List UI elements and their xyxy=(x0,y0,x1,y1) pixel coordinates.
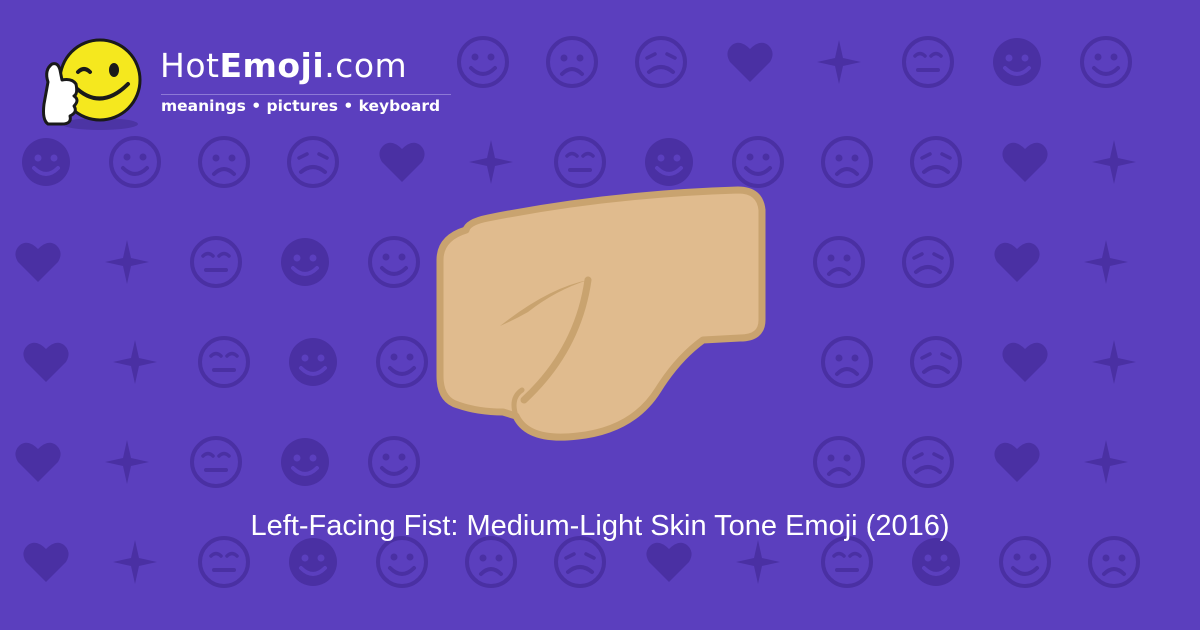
background-emoji-icon xyxy=(374,334,430,390)
background-emoji-icon xyxy=(366,434,422,490)
background-emoji-icon xyxy=(989,434,1045,490)
background-emoji-icon xyxy=(285,134,341,190)
site-name[interactable]: HotEmoji.com xyxy=(160,46,407,85)
background-emoji-icon xyxy=(1078,34,1134,90)
background-emoji-icon xyxy=(989,34,1045,90)
site-logo[interactable]: HotEmoji.com meanings • pictures • keybo… xyxy=(38,34,478,134)
emoji-caption: Left-Facing Fist: Medium-Light Skin Tone… xyxy=(250,510,950,542)
background-emoji-icon xyxy=(900,34,956,90)
background-emoji-icon xyxy=(819,334,875,390)
background-emoji-icon xyxy=(366,234,422,290)
background-emoji-icon xyxy=(18,334,74,390)
background-emoji-icon xyxy=(196,134,252,190)
background-emoji-icon xyxy=(811,234,867,290)
background-emoji-icon xyxy=(997,134,1053,190)
background-emoji-icon xyxy=(900,434,956,490)
background-emoji-icon xyxy=(374,134,430,190)
background-emoji-icon xyxy=(1078,434,1134,490)
background-emoji-icon xyxy=(544,34,600,90)
background-emoji-icon xyxy=(1086,134,1142,190)
background-emoji-icon xyxy=(18,134,74,190)
site-name-prefix: Hot xyxy=(160,46,220,85)
site-name-bold: Emoji xyxy=(219,46,325,85)
background-emoji-icon xyxy=(107,134,163,190)
left-facing-fist-icon xyxy=(436,186,766,441)
background-emoji-icon xyxy=(277,234,333,290)
background-emoji-icon xyxy=(196,334,252,390)
background-emoji-icon xyxy=(633,34,689,90)
background-emoji-icon xyxy=(997,334,1053,390)
background-emoji-icon xyxy=(188,234,244,290)
background-emoji-icon xyxy=(811,434,867,490)
background-emoji-icon xyxy=(107,334,163,390)
background-emoji-icon xyxy=(908,334,964,390)
background-emoji-icon xyxy=(10,234,66,290)
background-emoji-icon xyxy=(1086,334,1142,390)
background-emoji-icon xyxy=(285,334,341,390)
background-emoji-icon xyxy=(811,34,867,90)
background-emoji-icon xyxy=(10,434,66,490)
background-emoji-icon xyxy=(989,234,1045,290)
background-emoji-icon xyxy=(900,234,956,290)
background-emoji-icon xyxy=(99,434,155,490)
background-emoji-icon xyxy=(99,234,155,290)
site-tagline: meanings • pictures • keyboard xyxy=(161,97,441,115)
site-name-suffix: .com xyxy=(324,46,408,85)
background-emoji-icon xyxy=(908,134,964,190)
background-emoji-icon xyxy=(188,434,244,490)
background-emoji-icon xyxy=(1078,234,1134,290)
background-emoji-icon xyxy=(277,434,333,490)
thumbs-up-winking-face-icon xyxy=(42,38,142,130)
background-emoji-icon xyxy=(819,134,875,190)
background-emoji-icon xyxy=(722,34,778,90)
logo-divider xyxy=(161,94,451,95)
